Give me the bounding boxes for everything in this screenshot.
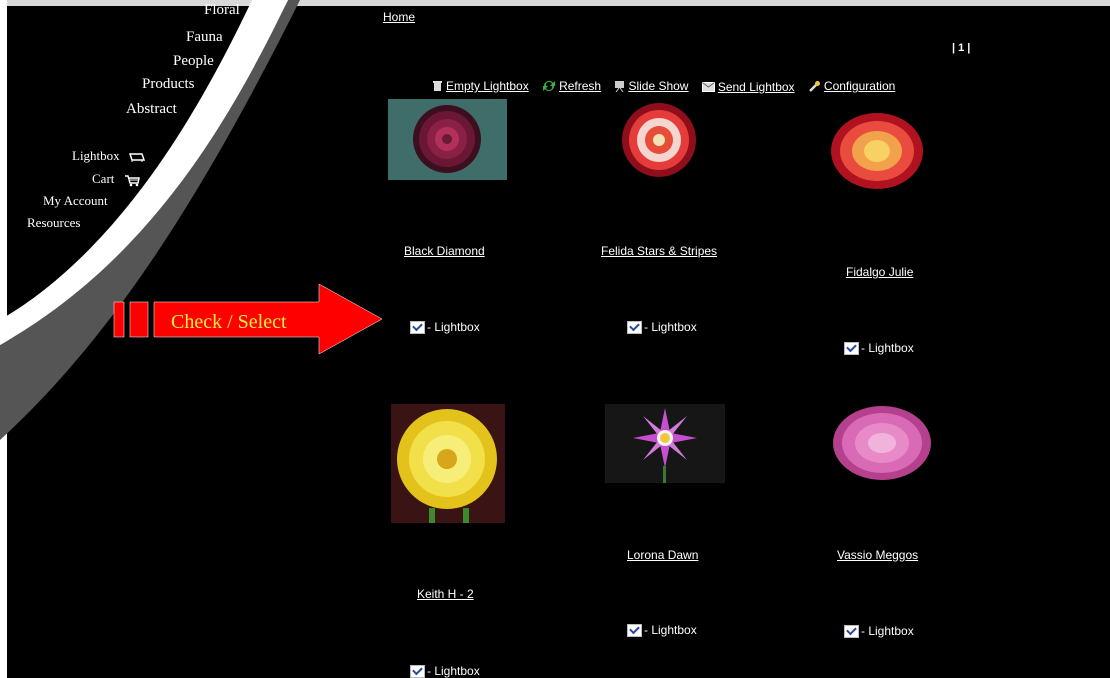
checkbox-icon xyxy=(844,341,859,355)
lightbox-toggle-felida-stars-and-stripes[interactable]: - Lightbox xyxy=(627,320,697,334)
annotation-label: Check / Select xyxy=(171,311,287,333)
lightbox-toggle-vassio-meggos[interactable]: - Lightbox xyxy=(844,624,914,638)
slideshow-icon xyxy=(615,81,625,92)
nav-my-account[interactable]: My Account xyxy=(43,193,108,209)
lightbox-toggle-black-diamond[interactable]: - Lightbox xyxy=(410,320,480,334)
nav-people[interactable]: People xyxy=(173,53,214,70)
caption-lorona-dawn[interactable]: Lorona Dawn xyxy=(627,548,698,562)
thumbnail-vassio-meggos[interactable] xyxy=(831,403,934,483)
cart-icon xyxy=(124,174,140,186)
thumbnail-felida-stars-and-stripes[interactable] xyxy=(615,100,703,180)
caption-vassio-meggos[interactable]: Vassio Meggos xyxy=(837,548,918,562)
checkbox-icon xyxy=(410,320,425,334)
nav-floral[interactable]: Floral xyxy=(204,2,240,19)
refresh-button[interactable]: Refresh xyxy=(542,79,601,93)
thumbnail-black-diamond[interactable] xyxy=(388,99,507,180)
nav-resources[interactable]: Resources xyxy=(27,215,80,231)
pager[interactable]: | 1 | xyxy=(952,42,970,54)
caption-black-diamond[interactable]: Black Diamond xyxy=(404,244,485,258)
lightbox-icon xyxy=(128,153,145,163)
caption-felida-stars-and-stripes[interactable]: Felida Stars & Stripes xyxy=(601,244,717,258)
slide-show-button[interactable]: Slide Show xyxy=(614,79,688,93)
thumbnail-keith-h-2[interactable] xyxy=(391,404,505,523)
thumbnail-fidalgo-julie[interactable] xyxy=(828,110,926,192)
trash-icon xyxy=(433,81,442,91)
breadcrumb-home[interactable]: Home xyxy=(383,10,415,24)
nav-cart-label: Cart xyxy=(92,171,115,186)
caption-keith-h-2[interactable]: Keith H - 2 xyxy=(417,587,474,601)
wrench-icon xyxy=(809,81,820,92)
empty-lightbox-button[interactable]: Empty Lightbox xyxy=(432,79,529,93)
nav-fauna[interactable]: Fauna xyxy=(186,29,223,46)
checkbox-icon xyxy=(627,623,642,637)
nav-cart[interactable]: Cart xyxy=(92,171,140,187)
thumbnail-lorona-dawn[interactable] xyxy=(605,404,725,483)
nav-products[interactable]: Products xyxy=(142,76,195,93)
refresh-icon xyxy=(543,81,556,91)
checkbox-icon xyxy=(410,664,425,678)
nav-lightbox-label: Lightbox xyxy=(72,148,120,163)
checkbox-icon xyxy=(627,320,642,334)
caption-fidalgo-julie[interactable]: Fidalgo Julie xyxy=(846,265,913,279)
lightbox-toolbar: Empty Lightbox Refresh Slide Show Send L… xyxy=(432,79,905,95)
send-lightbox-button[interactable]: Send Lightbox xyxy=(701,80,795,94)
envelope-icon xyxy=(701,82,715,92)
lightbox-toggle-lorona-dawn[interactable]: - Lightbox xyxy=(627,623,697,637)
nav-lightbox[interactable]: Lightbox xyxy=(72,148,145,164)
configuration-button[interactable]: Configuration xyxy=(808,79,895,93)
lightbox-toggle-fidalgo-julie[interactable]: - Lightbox xyxy=(844,341,914,355)
nav-abstract[interactable]: Abstract xyxy=(126,101,177,118)
lightbox-toggle-keith-h-2[interactable]: - Lightbox xyxy=(410,664,480,678)
checkbox-icon xyxy=(844,624,859,638)
